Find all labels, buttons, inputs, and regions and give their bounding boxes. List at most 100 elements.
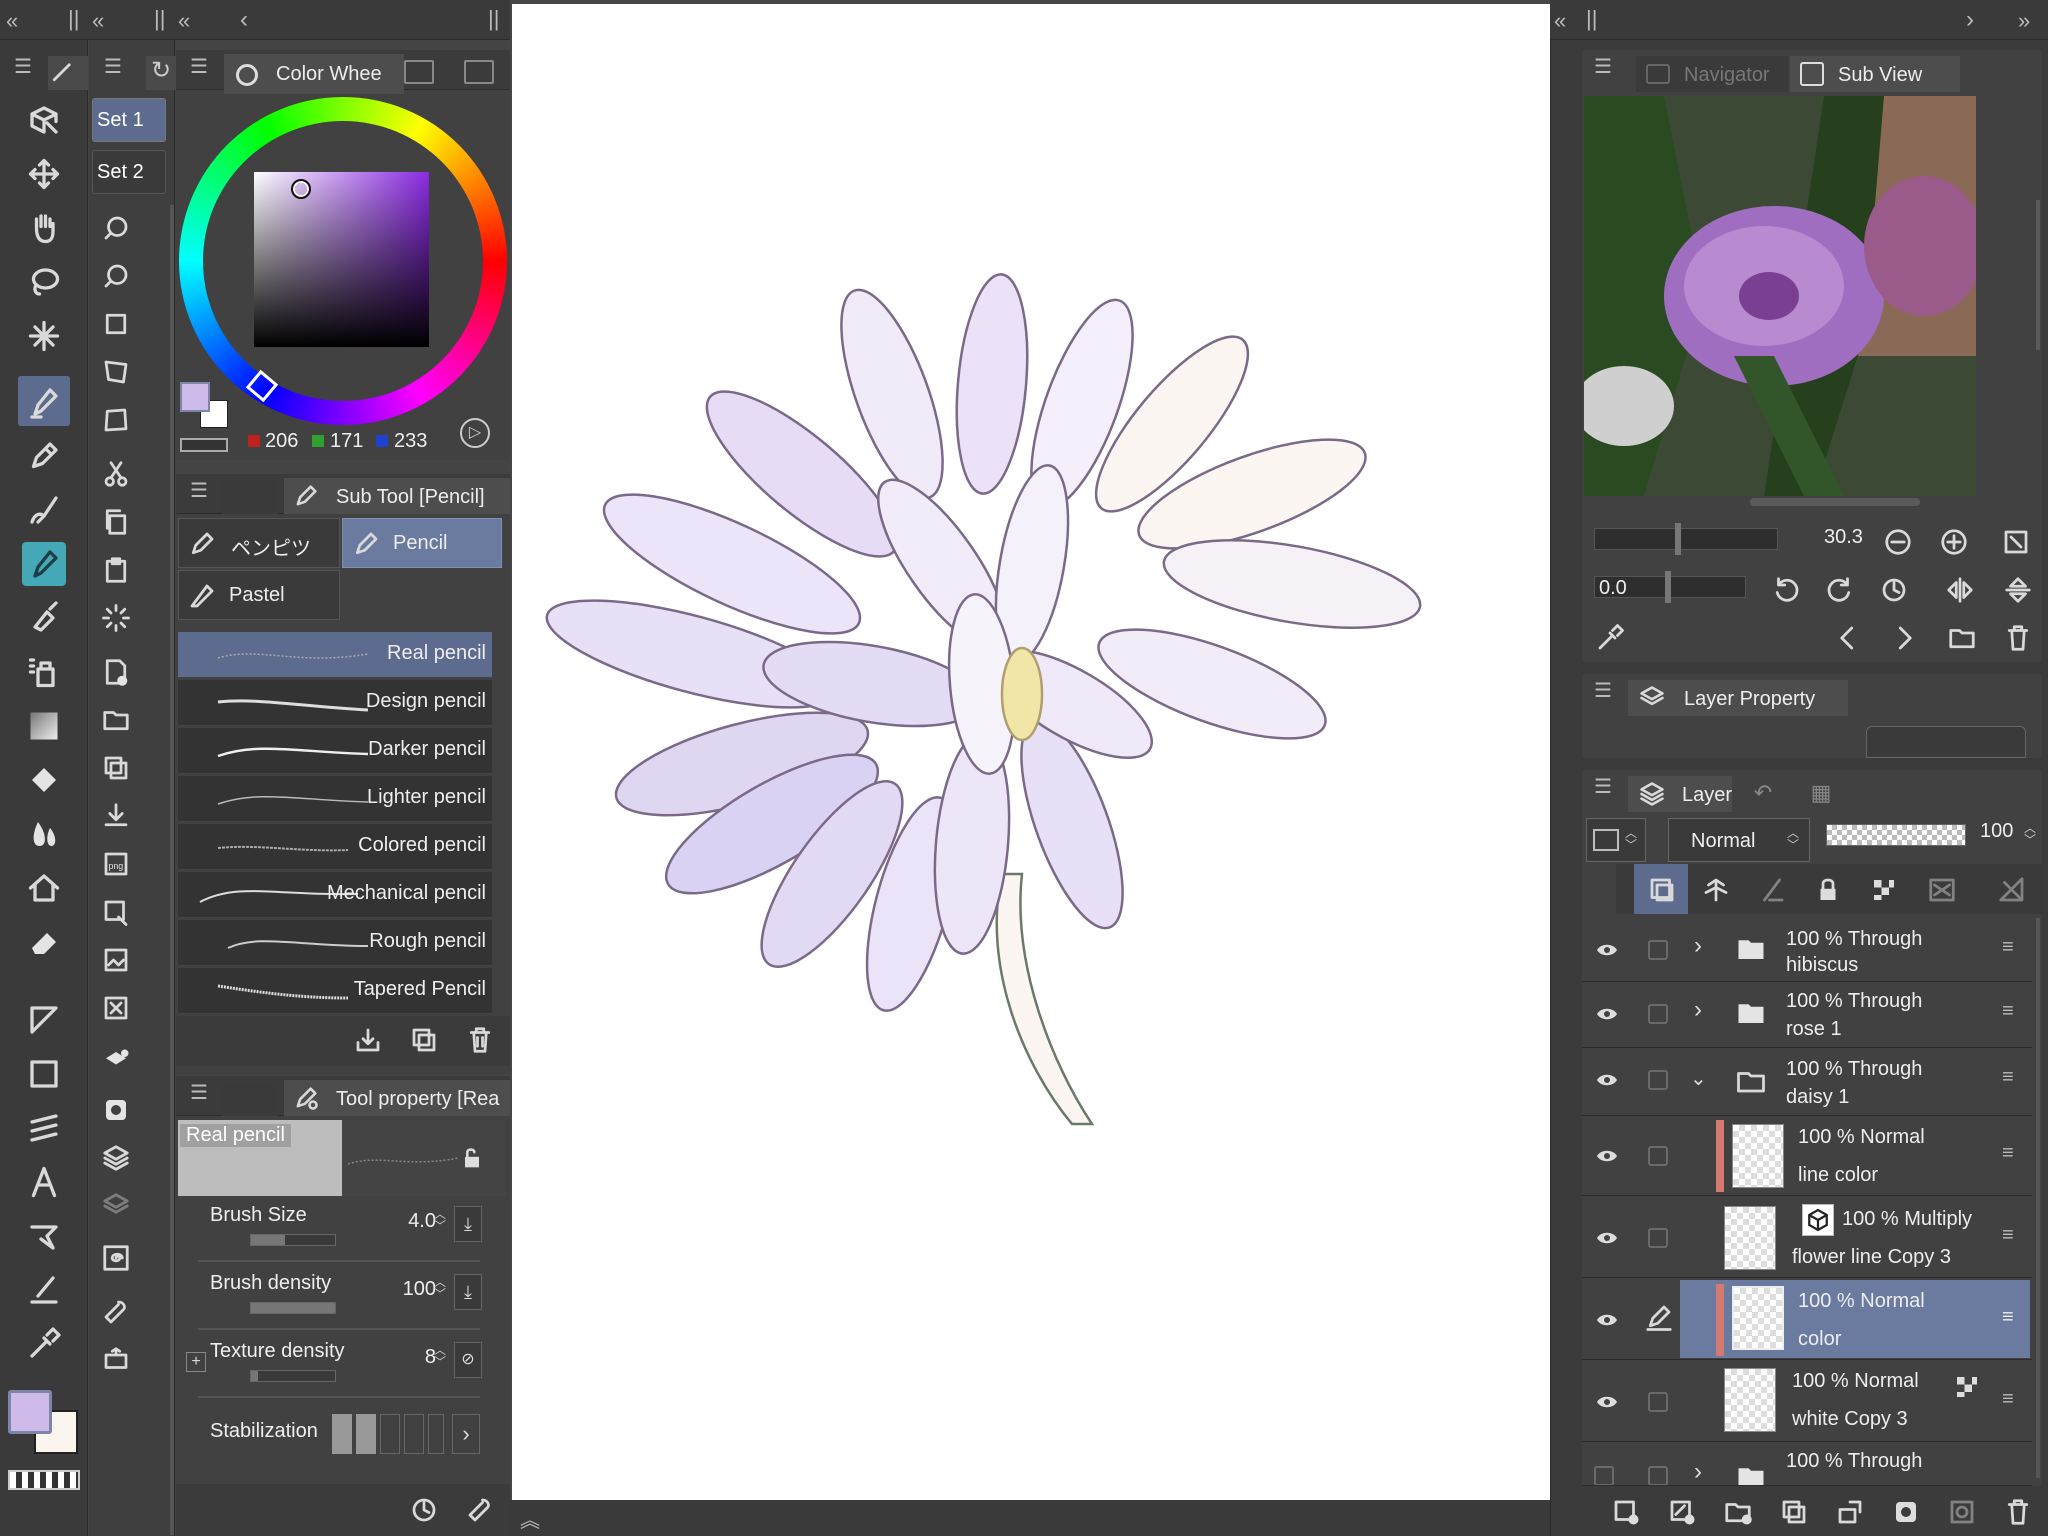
zoom-slider-handle[interactable] <box>1675 523 1681 555</box>
texture-density-slider[interactable] <box>250 1370 336 1382</box>
drag-handle-icon[interactable]: ≡ <box>2002 1224 2014 1247</box>
wrench-icon[interactable] <box>458 1488 502 1532</box>
brush-rough-pencil[interactable]: Rough pencil <box>178 920 492 966</box>
flip-vertical-icon[interactable] <box>1996 568 2040 612</box>
layer-tab[interactable]: Layer <box>1628 776 1732 812</box>
rotate-slider-handle[interactable] <box>1665 571 1671 603</box>
image-icon[interactable] <box>94 938 138 982</box>
rotate-left-icon[interactable] <box>1764 568 1808 612</box>
import-icon[interactable] <box>94 794 138 838</box>
ruler-icon[interactable] <box>22 1106 66 1150</box>
pen-tab-icon[interactable] <box>48 56 88 90</box>
layer-select-checkbox[interactable] <box>1648 940 1668 960</box>
eye-icon[interactable] <box>1592 1390 1622 1414</box>
merge-down-icon[interactable] <box>1828 1490 1872 1534</box>
collapse-left-icon[interactable]: « <box>1554 8 1566 34</box>
brush-size-slider[interactable] <box>250 1234 336 1246</box>
group-pencil-jp[interactable]: ペンピツ <box>178 518 340 568</box>
rotate-slider[interactable]: 0.0 <box>1594 571 1746 603</box>
zoom-out-icon[interactable] <box>1876 520 1920 564</box>
subtool-tab-inactive[interactable] <box>222 480 278 514</box>
eye-icon[interactable] <box>1592 1144 1622 1168</box>
layer-row-hibiscus[interactable]: › 100 % Through hibiscus ≡ <box>1582 918 2032 982</box>
layers-icon[interactable] <box>94 1136 138 1180</box>
lock-transparency-icon[interactable] <box>1862 868 1906 912</box>
text-icon[interactable] <box>22 1160 66 1204</box>
layer-select-checkbox[interactable] <box>1648 1004 1668 1024</box>
wrench-icon[interactable] <box>94 1290 138 1334</box>
color-set-tab-icon[interactable] <box>464 60 494 84</box>
grip-icon[interactable]: || <box>488 6 499 32</box>
previous-image-icon[interactable] <box>1826 616 1870 660</box>
duplicate-icon[interactable] <box>94 746 138 790</box>
spiral-icon[interactable] <box>94 1236 138 1280</box>
color-mode-play-icon[interactable]: ▷ <box>460 418 490 448</box>
operation-icon[interactable] <box>22 98 66 142</box>
group-pastel[interactable]: Pastel <box>178 570 340 620</box>
copy-icon[interactable] <box>94 500 138 544</box>
transparent-swatch[interactable] <box>180 438 228 452</box>
layer-scrollbar[interactable] <box>2036 918 2040 1478</box>
eyedropper-icon[interactable] <box>22 1322 66 1366</box>
menu-icon[interactable]: ☰ <box>190 1080 208 1105</box>
drag-handle-icon[interactable]: ≡ <box>2002 1306 2014 1329</box>
panel-main-color[interactable] <box>180 382 210 412</box>
stepper-icon[interactable]: ︿ ﹀ <box>434 1276 446 1300</box>
fill-icon[interactable] <box>22 758 66 802</box>
layer-select-checkbox[interactable] <box>1648 1466 1668 1485</box>
grip-icon[interactable]: || <box>68 6 79 32</box>
spray-icon[interactable] <box>22 650 66 694</box>
lasso-icon[interactable] <box>22 260 66 304</box>
subview-scrollbar-h[interactable] <box>1750 498 1920 506</box>
stabilization-level-5[interactable] <box>428 1414 444 1454</box>
loading-icon[interactable] <box>94 596 138 640</box>
layer-select-checkbox[interactable] <box>1648 1146 1668 1166</box>
add-mask-icon[interactable] <box>1884 1490 1928 1534</box>
figure-house-icon[interactable] <box>22 866 66 910</box>
drag-handle-icon[interactable]: ≡ <box>2002 1000 2014 1023</box>
workspace-icon[interactable] <box>94 1338 138 1382</box>
chevron-right-icon[interactable]: › <box>1694 996 1702 1024</box>
stabilization-level-3[interactable] <box>380 1414 400 1454</box>
brush-size-value[interactable]: 4.0 <box>408 1210 436 1233</box>
new-vector-layer-icon[interactable] <box>1660 1490 1704 1534</box>
trash-icon[interactable] <box>458 1018 502 1062</box>
set1-button[interactable]: Set 1 <box>92 98 166 142</box>
transparent-color-swatch[interactable] <box>8 1470 80 1490</box>
blend-icon[interactable] <box>22 812 66 856</box>
set-tab[interactable]: ↻ <box>146 56 176 90</box>
history-tab-icon[interactable]: ↶ <box>1738 780 1788 810</box>
brush-density-slider[interactable] <box>250 1302 336 1314</box>
distort-icon[interactable] <box>94 398 138 442</box>
stabilization-level-1[interactable] <box>332 1414 352 1454</box>
export-icon[interactable] <box>94 890 138 934</box>
eye-icon[interactable] <box>1592 938 1622 962</box>
layer-select-checkbox[interactable] <box>1594 1466 1614 1485</box>
gradient-icon[interactable] <box>22 704 66 748</box>
unlock-icon[interactable] <box>458 1144 486 1172</box>
layer-color-box[interactable]: ︿ ﹀ <box>1586 818 1646 862</box>
texture-toggle-button[interactable]: ⊘ <box>454 1342 482 1378</box>
subtool-tab[interactable]: Sub Tool [Pencil] <box>284 478 510 514</box>
menu-icon[interactable]: ☰ <box>1594 774 1612 799</box>
new-folder-icon[interactable] <box>1716 1490 1760 1534</box>
png-export-icon[interactable]: png <box>94 842 138 886</box>
eye-icon[interactable] <box>1592 1226 1622 1250</box>
menu-icon[interactable]: ☰ <box>190 54 208 79</box>
stepper-icon[interactable]: ︿ ﹀ <box>434 1344 446 1368</box>
add-material-icon[interactable] <box>94 1040 138 1084</box>
color-wheel[interactable] <box>178 96 508 426</box>
menu-icon[interactable]: ☰ <box>104 54 122 79</box>
stepper-icon[interactable]: ︿ ﹀ <box>1787 827 1799 851</box>
stepper-icon[interactable]: ︿ ﹀ <box>2024 822 2036 846</box>
trash-icon[interactable] <box>1996 616 2040 660</box>
layer-select-checkbox[interactable] <box>1648 1392 1668 1412</box>
expand-plus-icon[interactable]: + <box>186 1352 206 1372</box>
duplicate-subtool-icon[interactable] <box>402 1018 446 1062</box>
brush-lighter-pencil[interactable]: Lighter pencil <box>178 776 492 822</box>
stepper-icon[interactable]: ︿ ﹀ <box>1625 827 1637 851</box>
pressure-button[interactable]: ⤓ <box>454 1206 482 1242</box>
set2-button[interactable]: Set 2 <box>92 150 166 194</box>
chevron-down-icon[interactable]: ⌄ <box>1690 1066 1707 1091</box>
lock-icon[interactable] <box>1806 868 1850 912</box>
